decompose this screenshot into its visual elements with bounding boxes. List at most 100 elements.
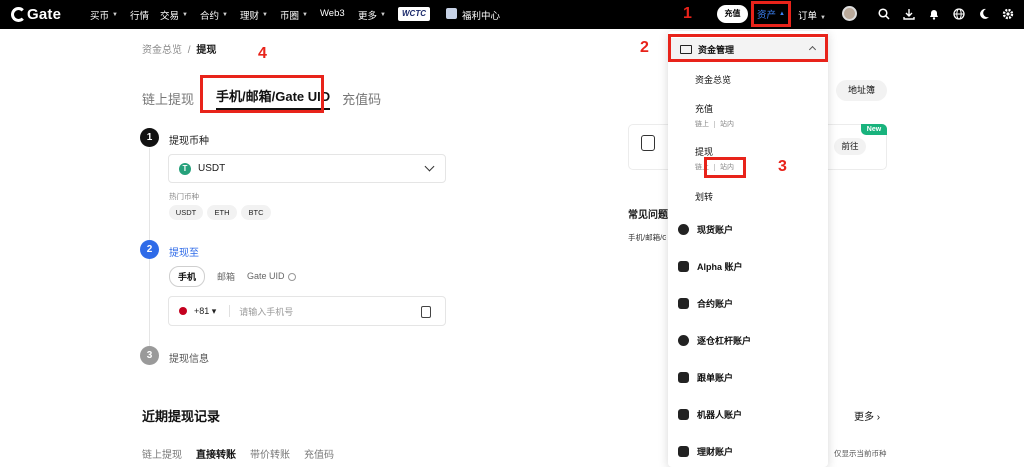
gate-logo[interactable]: Gate (11, 6, 61, 23)
menu-item-copy-trading-account[interactable]: 跟单账户 (678, 371, 733, 384)
faq-title: 常见问题 (628, 210, 668, 221)
globe-icon[interactable] (953, 8, 965, 20)
futures-account-icon (678, 298, 689, 309)
robot-icon (678, 409, 689, 420)
caret-down-icon: ▼ (182, 12, 188, 18)
annotation-number-4: 4 (258, 45, 267, 62)
tab-recharge-code[interactable]: 充值码 (342, 89, 381, 108)
chevron-down-icon (424, 161, 435, 172)
phone-input[interactable]: +81 ▾ 请输入手机号 (168, 296, 446, 326)
step-1-indicator: 1 (140, 128, 159, 147)
new-badge: New (861, 124, 887, 135)
caret-down-icon: ▼ (222, 12, 228, 18)
nav-item-orders[interactable]: 订单 ▼ (798, 8, 826, 22)
hot-coin-chip-btc[interactable]: BTC (241, 205, 271, 220)
breadcrumb: 资金总览 / 提现 (142, 45, 217, 56)
nav-item-trade[interactable]: 交易 ▼ (160, 8, 188, 22)
nav-item-futures[interactable]: 合约 ▼ (200, 8, 228, 22)
menu-item-deposit[interactable]: 充值 (695, 102, 713, 115)
step-2-indicator: 2 (140, 240, 159, 259)
address-book-icon[interactable] (421, 306, 431, 318)
deposit-sublinks: 链上 站内 (695, 119, 734, 129)
hot-coins-title: 热门币种 (169, 192, 199, 201)
nav-item-square[interactable]: 币圈 ▼ (280, 8, 308, 22)
breadcrumb-parent[interactable]: 资金总览 (142, 45, 182, 56)
avatar[interactable] (842, 6, 857, 21)
target-tab-email[interactable]: 邮箱 (217, 270, 235, 283)
wctc-logo[interactable]: WCTC (398, 7, 430, 21)
nav-item-buy-crypto[interactable]: 买币 ▼ (90, 8, 118, 22)
record-tabs: 链上提现 直接转账 带价转账 充值码 (142, 446, 348, 461)
step-connector (149, 148, 150, 240)
annotation-box-assets (751, 1, 791, 27)
alpha-account-icon (678, 261, 689, 272)
step-3-indicator: 3 (140, 346, 159, 365)
top-navbar: Gate 买币 ▼ 行情 交易 ▼ 合约 ▼ 理财 ▼ 币圈 ▼ Web3 更多 ▼ WCT… (0, 0, 1024, 29)
gear-icon[interactable] (1002, 8, 1014, 20)
gate-logo-icon (11, 7, 26, 22)
hot-coin-chip-usdt[interactable]: USDT (169, 205, 203, 220)
menu-item-alpha-account[interactable]: Alpha 账户 (678, 260, 743, 273)
spot-account-icon (678, 224, 689, 235)
target-tab-phone[interactable]: 手机 (169, 265, 206, 287)
step-connector (149, 258, 150, 346)
menu-item-transfer[interactable]: 划转 (695, 190, 713, 203)
caret-down-icon: ▼ (380, 12, 386, 18)
menu-item-spot-account[interactable]: 现货账户 (678, 223, 733, 236)
earn-account-icon (678, 446, 689, 457)
annotation-box-withdraw-internal (704, 157, 746, 178)
usdt-icon: T (179, 162, 191, 175)
nav-item-more[interactable]: 更多 ▼ (358, 8, 386, 22)
record-tab-onchain[interactable]: 链上提现 (142, 446, 182, 461)
record-tab-priced-transfer[interactable]: 带价转账 (250, 446, 290, 461)
deposit-internal-link[interactable]: 站内 (720, 121, 734, 128)
menu-item-futures-account[interactable]: 合约账户 (678, 297, 733, 310)
deposit-onchain-link[interactable]: 链上 (695, 121, 709, 128)
caret-down-icon: ▼ (262, 12, 268, 18)
nav-item-welfare-center[interactable]: 福利中心 (462, 8, 500, 22)
address-book-button[interactable]: 地址簿 (836, 80, 887, 101)
record-tab-direct-transfer[interactable]: 直接转账 (196, 446, 236, 461)
nav-item-web3[interactable]: Web3 (320, 8, 345, 19)
hot-coin-chip-eth[interactable]: ETH (207, 205, 237, 220)
step-2-label: 提现至 (169, 248, 199, 259)
menu-item-isolated-margin-account[interactable]: 逐仓杠杆账户 (678, 334, 751, 347)
assets-dropdown: 资金管理 资金总览 充值 链上 站内 提现 链上 站内 划转 现货账户 Alpha … (668, 31, 828, 467)
copy-trading-icon (678, 372, 689, 383)
step-1-label: 提现币种 (169, 136, 209, 147)
recent-withdraw-title: 近期提现记录 (142, 409, 221, 424)
caret-down-icon: ▼ (302, 12, 308, 18)
country-code-select[interactable]: +81 ▾ (194, 306, 216, 317)
recharge-button[interactable]: 充值 (717, 5, 748, 23)
annotation-box-fund-management (668, 34, 828, 62)
record-tab-recharge-code[interactable]: 充值码 (304, 446, 334, 461)
phone-placeholder: 请输入手机号 (239, 306, 294, 317)
coin-select-value: USDT (198, 163, 226, 174)
withdraw-target-tabs: 手机 邮箱 Gate UID (169, 265, 308, 287)
search-icon[interactable] (878, 8, 890, 20)
caret-down-icon: ▼ (112, 12, 118, 18)
coin-select[interactable]: T USDT (168, 154, 446, 183)
moon-icon[interactable] (978, 8, 990, 20)
bell-icon[interactable] (928, 8, 940, 20)
annotation-number-3: 3 (778, 158, 787, 175)
step-3-label: 提现信息 (169, 354, 209, 365)
faq-item[interactable]: 手机/邮箱/G (628, 232, 666, 243)
document-icon (641, 135, 655, 151)
breadcrumb-current: 提现 (196, 45, 217, 56)
annotation-number-2: 2 (640, 39, 649, 56)
nav-item-markets[interactable]: 行情 (130, 8, 149, 22)
gift-icon (446, 8, 457, 19)
menu-item-fund-overview[interactable]: 资金总览 (695, 73, 731, 86)
target-tab-gate-uid[interactable]: Gate UID (247, 271, 296, 281)
more-link[interactable]: 更多 › (854, 408, 880, 423)
goto-button[interactable]: 前往 (834, 138, 866, 155)
tab-onchain-withdraw[interactable]: 链上提现 (142, 89, 194, 108)
info-icon (287, 272, 296, 281)
annotation-box-uid-tab (200, 75, 324, 113)
nav-item-earn[interactable]: 理财 ▼ (240, 8, 268, 22)
menu-item-bot-account[interactable]: 机器人账户 (678, 408, 742, 421)
only-current-coin-toggle[interactable]: 仅显示当前币种 (834, 448, 887, 459)
download-icon[interactable] (903, 8, 915, 20)
menu-item-earn-account[interactable]: 理财账户 (678, 445, 733, 458)
